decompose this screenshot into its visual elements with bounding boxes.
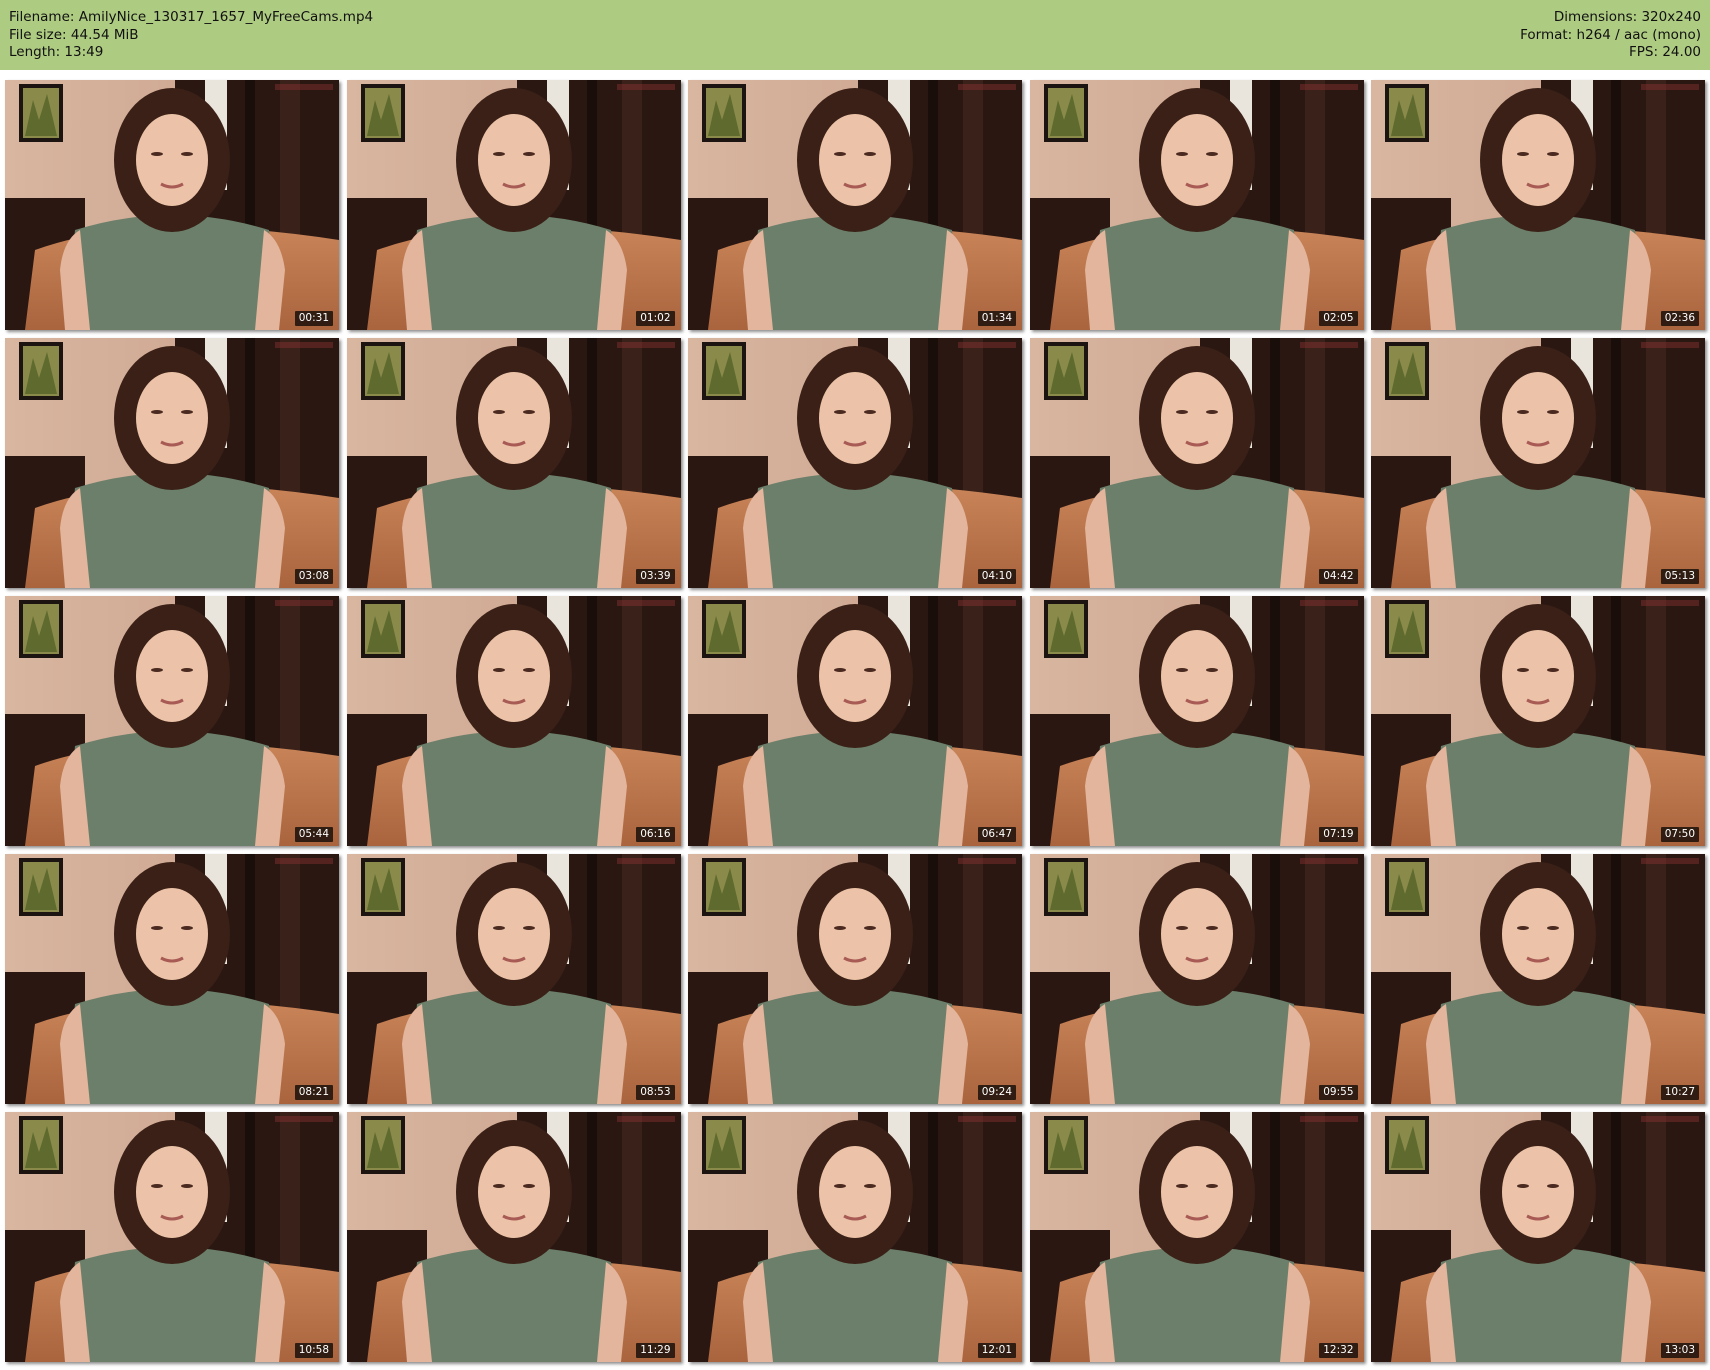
video-thumbnail[interactable]: 07:50 bbox=[1371, 596, 1705, 846]
thumbnail-timestamp: 13:03 bbox=[1660, 1343, 1699, 1358]
webcam-frame-image bbox=[346, 1112, 681, 1362]
thumbnail-timestamp: 01:02 bbox=[636, 311, 675, 326]
file-meta-right: Dimensions: 320x240 Format: h264 / aac (… bbox=[1520, 9, 1701, 62]
video-thumbnail[interactable]: 07:19 bbox=[1029, 596, 1364, 846]
video-thumbnail[interactable]: 13:03 bbox=[1371, 1112, 1705, 1362]
webcam-frame-image bbox=[5, 80, 339, 330]
webcam-frame-image bbox=[1371, 80, 1705, 330]
info-header: Filename: AmilyNice_130317_1657_MyFreeCa… bbox=[0, 0, 1710, 70]
thumbnail-timestamp: 12:32 bbox=[1319, 1343, 1358, 1358]
filename-value: AmilyNice_130317_1657_MyFreeCams.mp4 bbox=[78, 9, 374, 25]
format-line: Format: h264 / aac (mono) bbox=[1520, 27, 1701, 45]
thumbnail-timestamp: 01:34 bbox=[977, 311, 1016, 326]
dimensions-line: Dimensions: 320x240 bbox=[1520, 9, 1701, 27]
webcam-frame-image bbox=[5, 596, 339, 846]
format-value: h264 / aac (mono) bbox=[1576, 26, 1701, 43]
video-thumbnail[interactable]: 04:10 bbox=[688, 338, 1022, 588]
webcam-frame-image bbox=[1371, 1112, 1705, 1362]
thumbnail-timestamp: 07:50 bbox=[1660, 827, 1699, 842]
webcam-frame-image bbox=[346, 854, 681, 1104]
video-thumbnail[interactable]: 02:36 bbox=[1371, 80, 1705, 330]
dimensions-value: 320x240 bbox=[1641, 9, 1701, 25]
thumbnail-timestamp: 05:13 bbox=[1660, 569, 1699, 584]
video-thumbnail[interactable]: 08:53 bbox=[346, 854, 681, 1104]
thumbnail-timestamp: 03:39 bbox=[636, 569, 675, 584]
filename-label: Filename: bbox=[9, 9, 75, 25]
video-thumbnail[interactable]: 03:08 bbox=[5, 338, 339, 588]
filename-line: Filename: AmilyNice_130317_1657_MyFreeCa… bbox=[9, 9, 373, 27]
thumbnail-timestamp: 12:01 bbox=[977, 1343, 1016, 1358]
video-thumbnail[interactable]: 12:32 bbox=[1029, 1112, 1364, 1362]
thumbnail-timestamp: 02:05 bbox=[1319, 311, 1358, 326]
webcam-frame-image bbox=[688, 80, 1022, 330]
filesize-line: File size: 44.54 MiB bbox=[9, 27, 373, 45]
video-thumbnail[interactable]: 10:27 bbox=[1371, 854, 1705, 1104]
video-thumbnail[interactable]: 09:24 bbox=[688, 854, 1022, 1104]
video-thumbnail[interactable]: 02:05 bbox=[1029, 80, 1364, 330]
filesize-label: File size: bbox=[9, 26, 67, 43]
thumbnail-timestamp: 08:21 bbox=[294, 1085, 333, 1100]
video-thumbnail[interactable]: 06:47 bbox=[688, 596, 1022, 846]
video-thumbnail[interactable]: 05:13 bbox=[1371, 338, 1705, 588]
thumbnail-timestamp: 06:16 bbox=[636, 827, 675, 842]
webcam-frame-image bbox=[5, 854, 339, 1104]
thumbnail-timestamp: 04:10 bbox=[977, 569, 1016, 584]
thumbnail-timestamp: 08:53 bbox=[636, 1085, 675, 1100]
thumbnail-timestamp: 11:29 bbox=[636, 1343, 675, 1358]
thumbnail-timestamp: 09:55 bbox=[1319, 1085, 1358, 1100]
webcam-frame-image bbox=[1371, 854, 1705, 1104]
fps-label: FPS: bbox=[1629, 44, 1659, 60]
video-thumbnail[interactable]: 11:29 bbox=[346, 1112, 681, 1362]
fps-line: FPS: 24.00 bbox=[1520, 44, 1701, 62]
thumbnail-timestamp: 10:27 bbox=[1660, 1085, 1699, 1100]
thumbnail-timestamp: 05:44 bbox=[294, 827, 333, 842]
file-meta-left: Filename: AmilyNice_130317_1657_MyFreeCa… bbox=[9, 9, 373, 62]
webcam-frame-image bbox=[1029, 854, 1364, 1104]
video-thumbnail[interactable]: 05:44 bbox=[5, 596, 339, 846]
webcam-frame-image bbox=[5, 338, 339, 588]
video-thumbnail[interactable]: 04:42 bbox=[1029, 338, 1364, 588]
webcam-frame-image bbox=[1029, 596, 1364, 846]
webcam-frame-image bbox=[688, 1112, 1022, 1362]
thumbnail-timestamp: 06:47 bbox=[977, 827, 1016, 842]
webcam-frame-image bbox=[1029, 338, 1364, 588]
webcam-frame-image bbox=[1029, 80, 1364, 330]
length-line: Length: 13:49 bbox=[9, 44, 373, 62]
webcam-frame-image bbox=[346, 596, 681, 846]
filesize-value: 44.54 MiB bbox=[70, 26, 139, 43]
webcam-frame-image bbox=[688, 338, 1022, 588]
thumbnail-timestamp: 07:19 bbox=[1319, 827, 1358, 842]
video-thumbnail[interactable]: 06:16 bbox=[346, 596, 681, 846]
thumbnail-timestamp: 10:58 bbox=[294, 1343, 333, 1358]
thumbnail-grid: 00:31 01:02 01:34 02:05 02:36 03:08 03:3… bbox=[5, 80, 1705, 1362]
webcam-frame-image bbox=[5, 1112, 339, 1362]
webcam-frame-image bbox=[1371, 596, 1705, 846]
webcam-frame-image bbox=[1029, 1112, 1364, 1362]
dimensions-label: Dimensions: bbox=[1553, 9, 1638, 25]
thumbnail-timestamp: 00:31 bbox=[294, 311, 333, 326]
video-thumbnail[interactable]: 01:02 bbox=[346, 80, 681, 330]
video-thumbnail[interactable]: 12:01 bbox=[688, 1112, 1022, 1362]
video-thumbnail[interactable]: 00:31 bbox=[5, 80, 339, 330]
webcam-frame-image bbox=[346, 80, 681, 330]
format-label: Format: bbox=[1520, 26, 1573, 43]
webcam-frame-image bbox=[688, 854, 1022, 1104]
thumbnail-timestamp: 04:42 bbox=[1319, 569, 1358, 584]
length-value: 13:49 bbox=[64, 44, 104, 60]
webcam-frame-image bbox=[346, 338, 681, 588]
thumbnail-timestamp: 03:08 bbox=[294, 569, 333, 584]
video-thumbnail[interactable]: 01:34 bbox=[688, 80, 1022, 330]
fps-value: 24.00 bbox=[1662, 44, 1701, 60]
thumbnail-timestamp: 02:36 bbox=[1660, 311, 1699, 326]
video-thumbnail[interactable]: 03:39 bbox=[346, 338, 681, 588]
webcam-frame-image bbox=[688, 596, 1022, 846]
thumbnail-timestamp: 09:24 bbox=[977, 1085, 1016, 1100]
length-label: Length: bbox=[9, 44, 61, 60]
video-thumbnail[interactable]: 10:58 bbox=[5, 1112, 339, 1362]
webcam-frame-image bbox=[1371, 338, 1705, 588]
video-thumbnail[interactable]: 08:21 bbox=[5, 854, 339, 1104]
video-thumbnail[interactable]: 09:55 bbox=[1029, 854, 1364, 1104]
